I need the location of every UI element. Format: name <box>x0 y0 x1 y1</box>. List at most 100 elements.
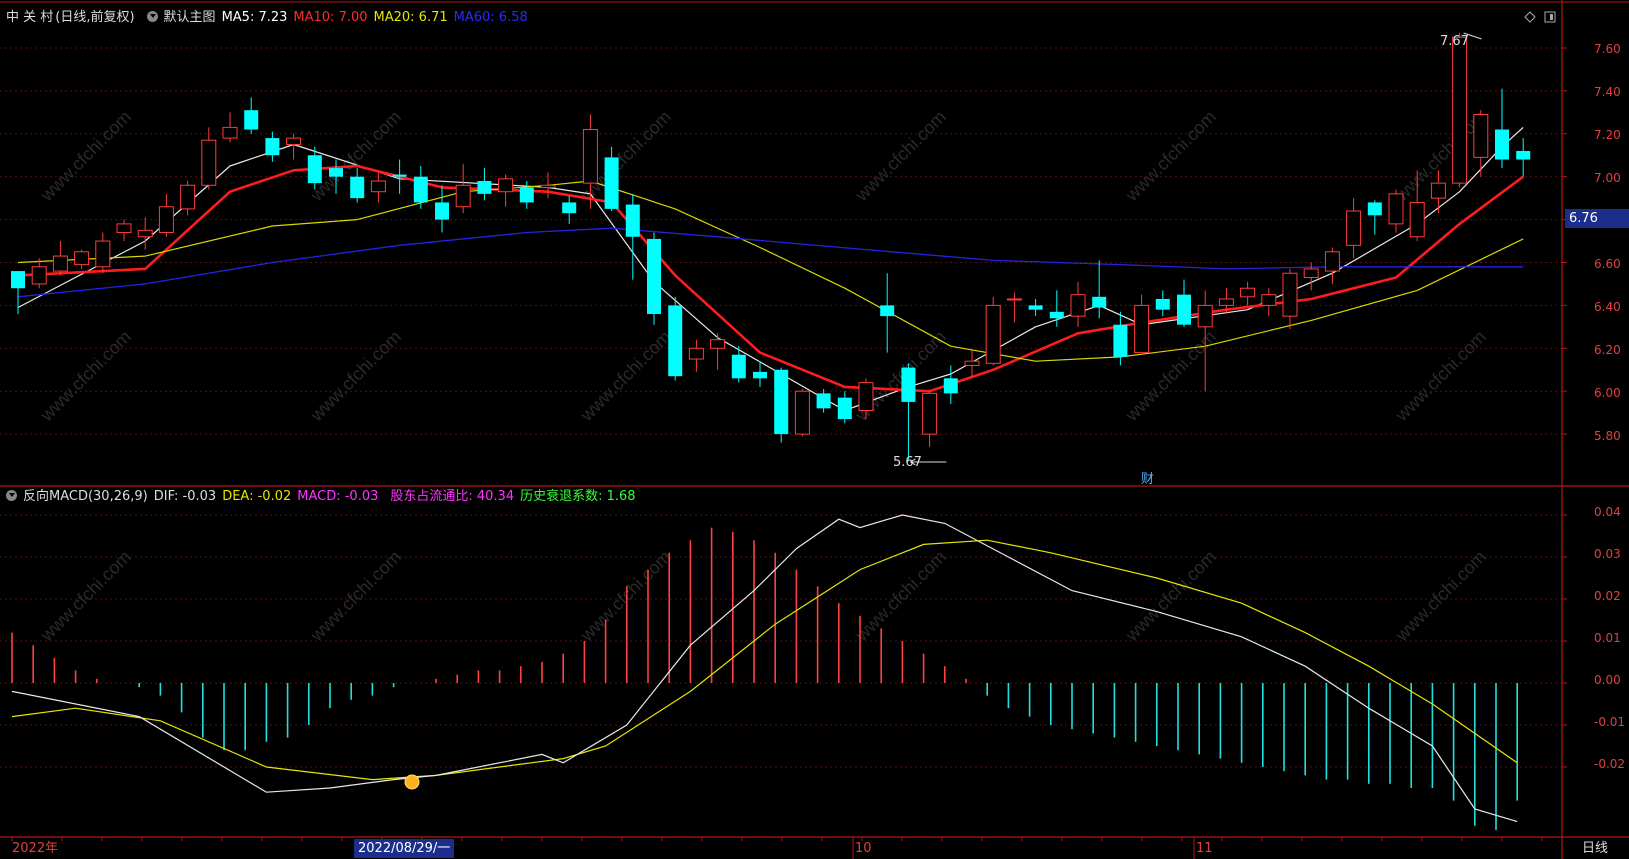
watermark-text: www.cfchi.com <box>36 327 135 426</box>
price-tick: 6.20 <box>1594 343 1621 357</box>
candle <box>180 180 196 216</box>
candle-body <box>562 202 577 214</box>
candle-body <box>540 184 556 188</box>
watermark-text: www.cfchi.com <box>36 107 135 206</box>
candle-body <box>858 382 874 412</box>
candle-body <box>1218 298 1234 306</box>
candle <box>562 196 577 224</box>
dropdown-circle-icon[interactable] <box>6 490 17 501</box>
candle-body <box>1049 311 1064 319</box>
watermark-text: www.cfchi.com <box>1391 327 1490 426</box>
diamond-icon[interactable] <box>1524 11 1536 23</box>
candle-body <box>1113 324 1128 357</box>
finance-event-marker[interactable]: 财 <box>1141 468 1154 487</box>
template-label[interactable]: 默认主图 <box>164 10 216 25</box>
candle <box>1134 294 1150 354</box>
candle <box>11 271 25 314</box>
candle-body <box>329 168 343 177</box>
candle-body <box>158 206 174 233</box>
dif-label: DIF: -0.03 <box>153 489 217 504</box>
macd-tick: 0.04 <box>1594 505 1621 519</box>
candle <box>668 296 683 381</box>
candle-body <box>774 369 789 435</box>
candle <box>710 333 726 370</box>
indicator-name[interactable]: 反向MACD(30,26,9) <box>23 489 148 504</box>
candle-body <box>710 339 726 349</box>
macd-tick: 0.00 <box>1594 673 1621 687</box>
candle <box>794 389 810 437</box>
candle <box>1177 279 1191 327</box>
candle-body <box>582 129 598 184</box>
stock-name[interactable]: 中 关 村 <box>6 10 53 25</box>
candle <box>1155 290 1170 317</box>
ma20-line <box>17 180 1524 362</box>
price-tick: 7.40 <box>1594 85 1621 99</box>
watermark-text: www.cfchi.com <box>1121 547 1220 646</box>
indicator-header: 反向MACD(30,26,9) DIF: -0.03 DEA: -0.02 MACD:… <box>0 487 642 507</box>
candle-body <box>816 393 831 409</box>
price-tick: 6.40 <box>1594 300 1621 314</box>
candle-body <box>265 138 280 156</box>
watermark-text: www.cfchi.com <box>36 547 135 646</box>
candle <box>774 367 789 443</box>
candle <box>1346 198 1362 259</box>
candle-body <box>1388 193 1404 225</box>
candle <box>222 112 238 143</box>
candle-body <box>647 238 661 314</box>
candle-body <box>31 266 47 285</box>
watermark-text: www.cfchi.com <box>306 327 405 426</box>
candle-body <box>1303 268 1319 279</box>
candle <box>1473 110 1489 177</box>
candle-body <box>1516 150 1531 160</box>
candle <box>1367 200 1382 235</box>
dea-label: DEA: -0.02 <box>222 489 292 504</box>
ma10-label: MA10: 7.00 <box>293 10 368 25</box>
candle-body <box>307 155 322 184</box>
candle-body <box>370 180 386 193</box>
candle <box>901 363 916 460</box>
candle-body <box>435 202 449 220</box>
candle-body <box>52 255 68 272</box>
candle <box>158 193 174 237</box>
candle-body <box>668 305 683 377</box>
decline-coef-label: 历史衰退系数: 1.68 <box>520 489 636 504</box>
candle-body <box>1092 296 1107 308</box>
candle <box>31 258 47 289</box>
candle-body <box>498 178 514 193</box>
low-price-annotation: 5.67 <box>893 455 922 470</box>
candle <box>137 217 153 250</box>
candle-body <box>1452 36 1468 184</box>
candle-body <box>753 371 767 379</box>
candle-body <box>922 392 938 435</box>
candle <box>519 180 534 209</box>
candle-body <box>1473 113 1489 158</box>
candle-body <box>1134 304 1150 354</box>
watermark-text: www.cfchi.com <box>851 547 950 646</box>
dropdown-circle-icon[interactable] <box>146 11 158 22</box>
period-button[interactable]: 日线 <box>1582 839 1608 858</box>
stock-chart[interactable]: www.cfchi.com www.cfchi.com www.cfchi.com w… <box>0 0 1629 859</box>
candle-body <box>1430 182 1446 199</box>
candle-body <box>688 347 704 360</box>
candle-body <box>880 305 895 317</box>
panel-toggle-icon[interactable] <box>1544 11 1556 23</box>
candle <box>1240 281 1256 306</box>
candle-body <box>180 184 196 210</box>
candle <box>370 172 386 203</box>
candle-body <box>1177 294 1191 325</box>
candle <box>731 346 746 383</box>
ma5-label: MA5: 7.23 <box>221 10 288 25</box>
candle <box>244 97 259 134</box>
x-label-nov: 11 <box>1196 841 1213 856</box>
candle-body <box>1324 251 1340 272</box>
candle <box>95 232 111 274</box>
macd-tick: -0.02 <box>1594 757 1626 771</box>
watermark-text: www.cfchi.com <box>576 327 675 426</box>
watermark-text: www.cfchi.com <box>851 107 950 206</box>
candle <box>1324 247 1340 284</box>
ma60-label: MA60: 6.58 <box>453 10 528 25</box>
candle <box>1282 268 1298 329</box>
watermark-text: www.cfchi.com <box>1391 547 1490 646</box>
candle-body <box>201 139 217 186</box>
candle <box>477 168 492 201</box>
